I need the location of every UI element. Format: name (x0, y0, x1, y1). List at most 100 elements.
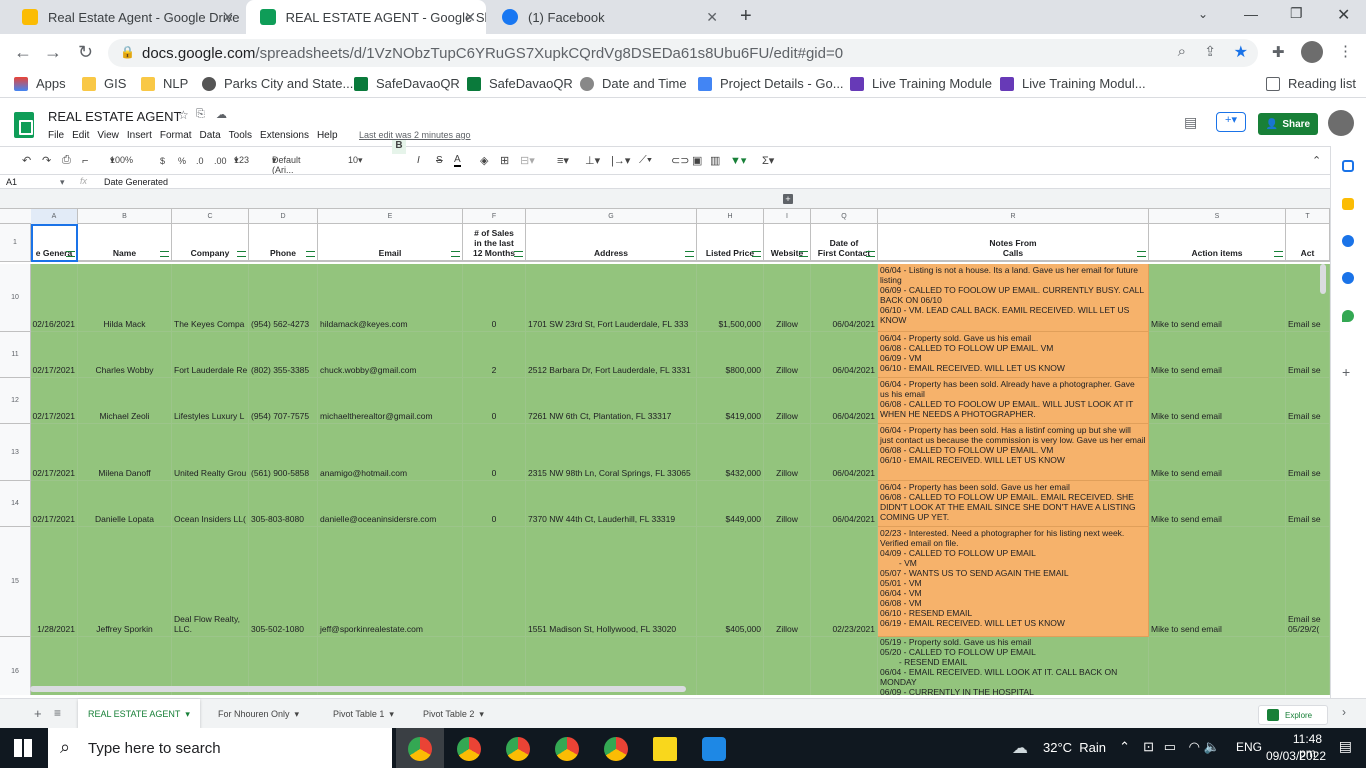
remote-app-icon[interactable] (702, 737, 726, 761)
increase-decimal-button[interactable]: .00 (214, 156, 227, 166)
keep-icon[interactable] (1342, 198, 1354, 210)
table-cell[interactable]: $800,000 (697, 332, 764, 378)
filter-icon[interactable] (685, 251, 694, 257)
column-header-cell[interactable]: Act (1286, 224, 1330, 262)
tab-facebook[interactable]: (1) Facebook ✕ (488, 0, 728, 34)
column-header-cell[interactable]: Phone (249, 224, 318, 262)
row-number[interactable]: 15 (0, 527, 31, 637)
table-cell[interactable]: $449,000 (697, 481, 764, 527)
column-header-letter[interactable]: F (463, 209, 526, 224)
table-cell[interactable]: 02/23/2021 (811, 527, 878, 637)
undo-icon[interactable]: ↶ (22, 154, 31, 167)
table-cell[interactable]: 0 (463, 378, 526, 424)
table-cell[interactable]: 06/04 - Listing is not a house. Its a la… (878, 264, 1149, 332)
get-addons-icon[interactable]: + (1342, 364, 1350, 380)
column-header-letter[interactable]: I (764, 209, 811, 224)
filter-icon[interactable] (66, 251, 75, 257)
bookmark-parks[interactable]: Parks City and State... (202, 76, 353, 91)
table-cell[interactable]: The Keyes Compa (172, 264, 249, 332)
table-cell[interactable]: (954) 562-4273 (249, 264, 318, 332)
bookmark-live-training-2[interactable]: Live Training Modul... (1000, 76, 1146, 91)
restore-icon[interactable]: ❐ (1290, 5, 1303, 22)
extensions-icon[interactable]: ✚ (1272, 43, 1285, 61)
close-icon[interactable]: ✕ (222, 9, 234, 26)
minimize-icon[interactable]: — (1244, 6, 1258, 22)
column-header-letter[interactable]: A (31, 209, 78, 224)
filter-icon[interactable] (451, 251, 460, 257)
table-cell[interactable]: 02/16/2021 (31, 264, 78, 332)
expand-group-icon[interactable]: + (783, 194, 793, 204)
table-cell[interactable]: 06/04/2021 (811, 264, 878, 332)
column-header-letter[interactable]: C (172, 209, 249, 224)
zoom-select[interactable]: 100% ▾ (110, 155, 133, 166)
bookmark-date-time[interactable]: Date and Time (580, 76, 687, 91)
bookmark-live-training-1[interactable]: Live Training Module (850, 76, 992, 91)
table-cell[interactable]: $419,000 (697, 378, 764, 424)
filter-icon[interactable] (1137, 251, 1146, 257)
table-cell[interactable]: Zillow (764, 481, 811, 527)
url-input[interactable]: 🔒 docs.google.com/spreadsheets/d/1VzNObz… (108, 39, 1258, 67)
column-header-cell[interactable]: Date of First Contact (811, 224, 878, 262)
notifications-icon[interactable]: ▤ (1339, 738, 1352, 755)
table-cell[interactable]: 305-803-8080 (249, 481, 318, 527)
share-page-icon[interactable]: ⇪ (1204, 43, 1216, 60)
tab-google-drive[interactable]: Real Estate Agent - Google Drive ✕ (8, 0, 244, 34)
italic-button[interactable]: I (417, 155, 420, 166)
column-header-letter[interactable]: R (878, 209, 1149, 224)
currency-button[interactable]: $ (160, 156, 165, 166)
table-cell[interactable]: 0 (463, 481, 526, 527)
google-sheets-logo-icon[interactable] (14, 112, 34, 138)
bookmark-gis[interactable]: GIS (82, 76, 126, 91)
table-cell[interactable]: Michael Zeoli (78, 378, 172, 424)
table-cell[interactable]: 1701 SW 23rd St, Fort Lauderdale, FL 333 (526, 264, 697, 332)
filter-icon[interactable]: ▼▾ (730, 154, 746, 167)
table-cell[interactable]: United Realty Grou (172, 424, 249, 481)
reading-list[interactable]: Reading list (1266, 76, 1356, 91)
tab-search-icon[interactable]: ⌄ (1198, 7, 1208, 21)
row-number[interactable]: 13 (0, 424, 31, 481)
bookmark-nlp[interactable]: NLP (141, 76, 188, 91)
chrome-icon[interactable] (555, 737, 579, 761)
reload-icon[interactable]: ↻ (78, 42, 93, 63)
font-size-select[interactable]: 10 ▾ (348, 155, 363, 166)
table-cell[interactable]: 06/04 - Property has been sold. Has a li… (878, 424, 1149, 481)
add-sheet-icon[interactable]: + (34, 706, 42, 721)
table-cell[interactable]: Zillow (764, 264, 811, 332)
table-cell[interactable]: Mike to send email (1149, 332, 1286, 378)
filter-icon[interactable] (799, 251, 808, 257)
table-cell[interactable]: 2512 Barbara Dr, Fort Lauderdale, FL 333… (526, 332, 697, 378)
text-rotation-icon[interactable]: ⟋▾ (639, 154, 652, 167)
table-cell[interactable]: Email se (1286, 424, 1330, 481)
decrease-decimal-button[interactable]: .0 (196, 156, 204, 166)
column-header-cell[interactable]: Listed Price (697, 224, 764, 262)
table-cell[interactable]: Email se (1286, 332, 1330, 378)
chrome-icon[interactable] (457, 737, 481, 761)
table-cell[interactable]: 2 (463, 332, 526, 378)
account-avatar[interactable] (1328, 110, 1354, 136)
column-header-cell[interactable]: e Genera (31, 224, 78, 262)
strikethrough-button[interactable]: S (436, 155, 443, 166)
merge-cells-icon[interactable]: ⊟▾ (520, 154, 535, 167)
menu-tools[interactable]: Tools (229, 130, 252, 141)
insert-comment-icon[interactable]: ▣ (692, 154, 702, 167)
menu-format[interactable]: Format (160, 130, 192, 141)
table-cell[interactable]: Danielle Lopata (78, 481, 172, 527)
table-cell[interactable]: 0 (463, 424, 526, 481)
column-header-cell[interactable]: Email (318, 224, 463, 262)
column-header-letter[interactable]: T (1286, 209, 1330, 224)
side-panel-toggle-icon[interactable]: › (1342, 705, 1346, 719)
profile-avatar[interactable] (1301, 41, 1323, 63)
more-menu-icon[interactable]: ⋮ (1338, 42, 1353, 60)
functions-icon[interactable]: Σ▾ (762, 154, 774, 167)
column-header-cell[interactable]: # of Sales in the last 12 Months (463, 224, 526, 262)
column-header-letter[interactable]: B (78, 209, 172, 224)
chrome-icon[interactable] (408, 737, 432, 761)
table-cell[interactable]: 05/19 - Property sold. Gave us his email… (878, 637, 1149, 695)
table-cell[interactable] (811, 637, 878, 695)
table-cell[interactable]: 0 (463, 264, 526, 332)
table-cell[interactable] (1286, 637, 1330, 695)
table-cell[interactable]: Mike to send email (1149, 264, 1286, 332)
calendar-icon[interactable] (1342, 160, 1354, 172)
table-cell[interactable]: 06/04 - Property has been sold. Already … (878, 378, 1149, 424)
table-cell[interactable]: 06/04/2021 (811, 481, 878, 527)
